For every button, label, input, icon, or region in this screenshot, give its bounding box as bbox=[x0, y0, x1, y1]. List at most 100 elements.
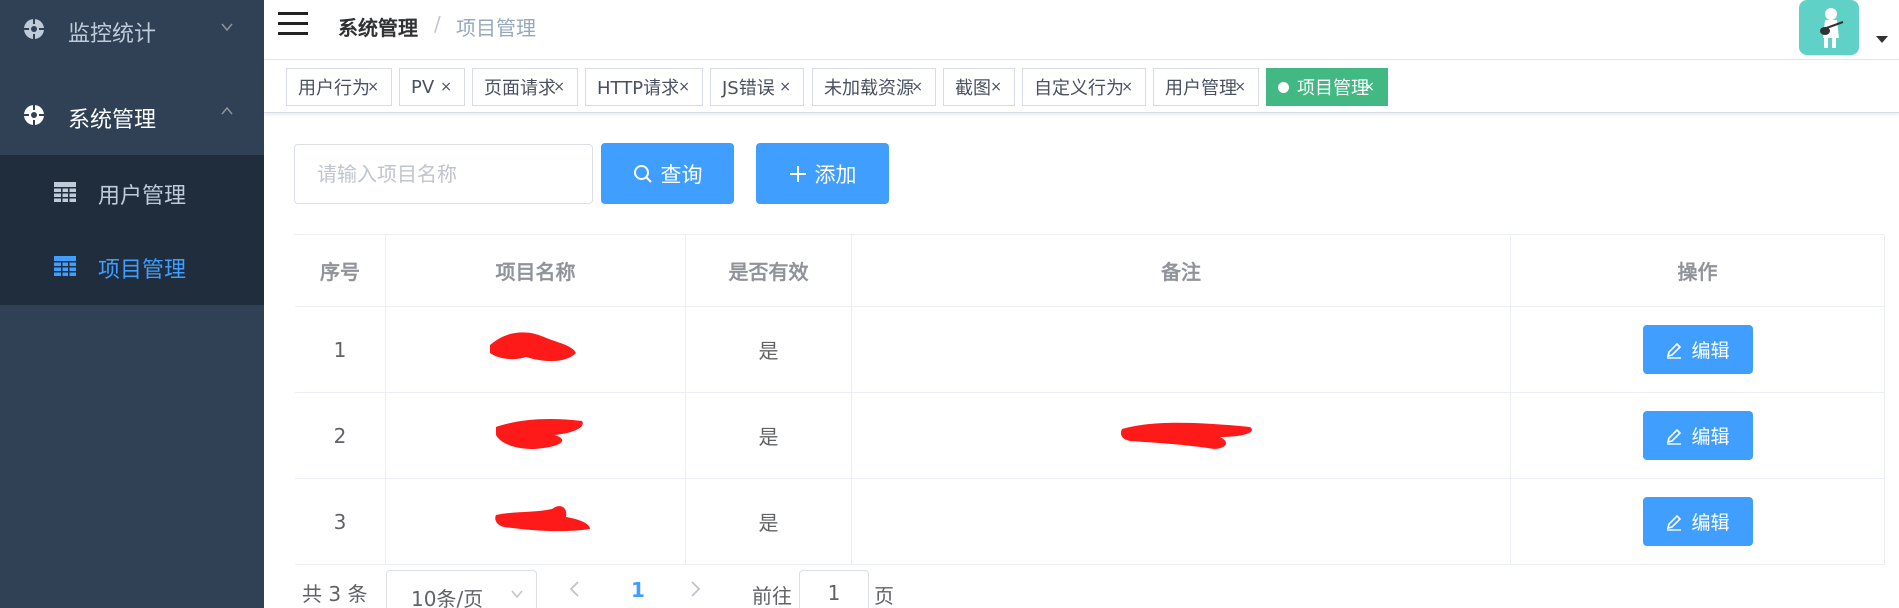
sidebar-item-label: 项目管理 bbox=[98, 258, 187, 283]
monitor-icon bbox=[23, 18, 45, 40]
close-icon[interactable]: × bbox=[1363, 79, 1375, 95]
redaction-mark bbox=[1120, 422, 1252, 449]
pagination: 共 3 条 10条/页 1 前往 页 bbox=[294, 568, 1094, 608]
add-button-label: 添加 bbox=[814, 163, 857, 187]
action-cell: 编辑 bbox=[1511, 307, 1885, 393]
sidebar-item-system[interactable]: 系统管理 bbox=[0, 84, 264, 146]
edit-icon bbox=[1667, 428, 1682, 445]
header-project-name: 项目名称 bbox=[386, 235, 686, 307]
hamburger-icon[interactable] bbox=[278, 10, 308, 36]
remark-cell bbox=[852, 307, 1511, 393]
tag-label: HTTP请求 bbox=[597, 78, 680, 99]
redaction-mark bbox=[495, 506, 590, 532]
sidebar-submenu: 用户管理 项目管理 bbox=[0, 155, 264, 305]
edit-button[interactable]: 编辑 bbox=[1642, 325, 1753, 374]
sidebar-item-project-management[interactable]: 项目管理 bbox=[0, 229, 264, 303]
header-index: 序号 bbox=[295, 235, 386, 307]
tag-user-behavior[interactable]: 用户行为 × bbox=[286, 68, 392, 106]
table-row: 1 是 编辑 bbox=[295, 307, 1885, 393]
close-icon[interactable]: × bbox=[367, 79, 379, 95]
project-table: 序号 项目名称 是否有效 备注 操作 1 是 编辑 2 是 编辑 3 是 编辑 bbox=[294, 234, 1885, 565]
sidebar-item-label: 系统管理 bbox=[68, 108, 157, 133]
edit-icon bbox=[1667, 342, 1682, 359]
page-suffix-label: 页 bbox=[874, 584, 894, 608]
edit-button-label: 编辑 bbox=[1691, 427, 1730, 448]
header-valid: 是否有效 bbox=[686, 235, 852, 307]
tag-label: 项目管理 bbox=[1297, 78, 1369, 99]
active-dot-icon bbox=[1278, 81, 1289, 93]
tag-label: 用户管理 bbox=[1165, 78, 1237, 99]
chevron-up-icon bbox=[221, 106, 233, 115]
row-index: 1 bbox=[295, 307, 386, 393]
chevron-down-icon bbox=[511, 590, 523, 599]
breadcrumb-separator: / bbox=[434, 12, 441, 36]
action-cell: 编辑 bbox=[1511, 479, 1885, 565]
close-icon[interactable]: × bbox=[1234, 79, 1246, 95]
tag-http-request[interactable]: HTTP请求 × bbox=[585, 68, 703, 106]
project-name-input[interactable] bbox=[294, 144, 593, 204]
sidebar-item-monitor[interactable]: 监控统计 bbox=[0, 0, 264, 58]
table-row: 3 是 编辑 bbox=[295, 479, 1885, 565]
caret-down-icon[interactable] bbox=[1876, 36, 1888, 43]
header-remark: 备注 bbox=[852, 235, 1511, 307]
sidebar-item-label: 用户管理 bbox=[98, 184, 187, 209]
add-button[interactable]: 添加 bbox=[756, 143, 889, 204]
table-icon bbox=[54, 182, 76, 202]
pagination-total: 共 3 条 bbox=[302, 582, 368, 606]
tag-unloaded-resource[interactable]: 未加载资源 × bbox=[812, 68, 936, 106]
tag-label: 用户行为 bbox=[298, 78, 370, 99]
tag-label: 页面请求 bbox=[484, 78, 556, 99]
close-icon[interactable]: × bbox=[553, 79, 565, 95]
tag-js-error[interactable]: JS错误 × bbox=[710, 68, 804, 106]
page-size-select[interactable]: 10条/页 bbox=[386, 570, 537, 608]
tag-user-management[interactable]: 用户管理 × bbox=[1153, 68, 1259, 106]
project-name-cell bbox=[386, 307, 686, 393]
action-cell: 编辑 bbox=[1511, 393, 1885, 479]
valid-cell: 是 bbox=[686, 307, 852, 393]
query-button-label: 查询 bbox=[660, 163, 703, 187]
avatar[interactable] bbox=[1799, 0, 1859, 55]
project-name-cell bbox=[386, 479, 686, 565]
chevron-down-icon bbox=[221, 23, 233, 32]
tag-pv[interactable]: PV × bbox=[399, 68, 465, 106]
tag-label: 截图 bbox=[955, 78, 991, 99]
system-icon bbox=[23, 104, 45, 126]
tag-page-request[interactable]: 页面请求 × bbox=[472, 68, 578, 106]
tag-project-management[interactable]: 项目管理 × bbox=[1266, 68, 1388, 106]
query-button[interactable]: 查询 bbox=[601, 143, 734, 204]
tag-label: 自定义行为 bbox=[1034, 78, 1124, 99]
edit-button-label: 编辑 bbox=[1691, 341, 1730, 362]
goto-label: 前往 bbox=[752, 584, 792, 608]
close-icon[interactable]: × bbox=[1121, 79, 1133, 95]
header-action: 操作 bbox=[1511, 235, 1885, 307]
table-icon bbox=[54, 256, 76, 276]
row-index: 3 bbox=[295, 479, 386, 565]
tag-screenshot[interactable]: 截图 × bbox=[943, 68, 1015, 106]
edit-button-label: 编辑 bbox=[1691, 513, 1730, 534]
close-icon[interactable]: × bbox=[678, 79, 690, 95]
prev-page-icon[interactable] bbox=[568, 580, 582, 598]
valid-cell: 是 bbox=[686, 479, 852, 565]
navbar: 系统管理 / 项目管理 bbox=[264, 0, 1899, 60]
redaction-mark bbox=[490, 332, 576, 362]
next-page-icon[interactable] bbox=[688, 580, 702, 598]
redaction-mark bbox=[496, 419, 583, 449]
tags-view: 用户行为 × PV × 页面请求 × HTTP请求 × JS错误 × 未加载资源… bbox=[264, 61, 1899, 113]
breadcrumb-item-system[interactable]: 系统管理 bbox=[338, 12, 418, 41]
table-header-row: 序号 项目名称 是否有效 备注 操作 bbox=[295, 235, 1885, 307]
sidebar-item-user-management[interactable]: 用户管理 bbox=[0, 155, 264, 229]
tag-label: PV bbox=[411, 76, 435, 98]
edit-icon bbox=[1667, 514, 1682, 531]
tag-custom-behavior[interactable]: 自定义行为 × bbox=[1022, 68, 1146, 106]
close-icon[interactable]: × bbox=[911, 79, 923, 95]
edit-button[interactable]: 编辑 bbox=[1642, 497, 1753, 546]
close-icon[interactable]: × bbox=[440, 79, 452, 95]
remark-cell bbox=[852, 479, 1511, 565]
close-icon[interactable]: × bbox=[990, 79, 1002, 95]
edit-button[interactable]: 编辑 bbox=[1642, 411, 1753, 460]
tag-label: 未加载资源 bbox=[824, 78, 914, 99]
sidebar: 监控统计 系统管理 用户管理 项目管理 bbox=[0, 0, 264, 608]
goto-page-input[interactable] bbox=[799, 570, 869, 608]
page-number-current[interactable]: 1 bbox=[631, 578, 645, 602]
close-icon[interactable]: × bbox=[779, 79, 791, 95]
